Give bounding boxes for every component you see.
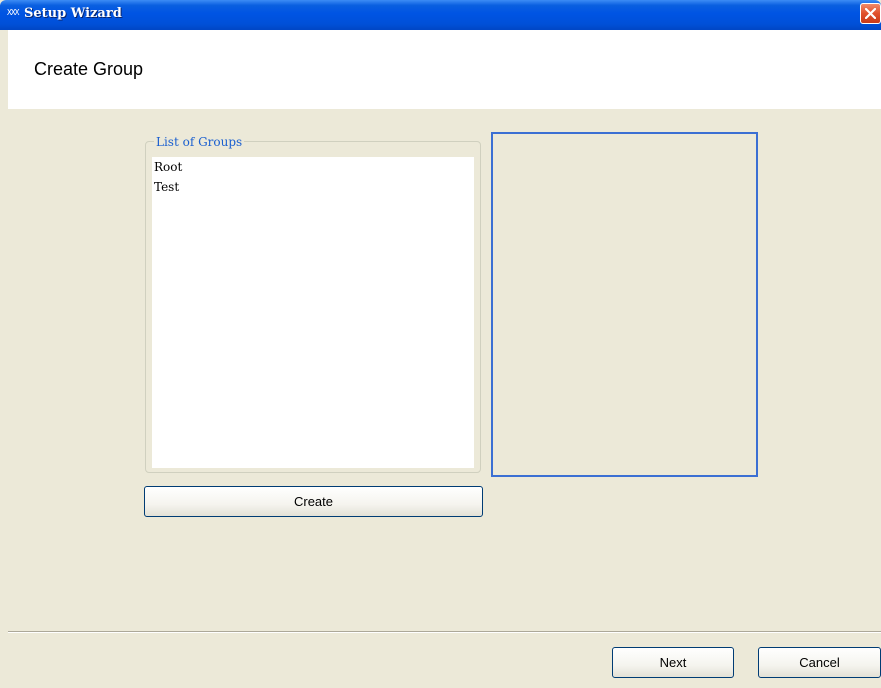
- close-icon: [865, 8, 876, 19]
- next-button[interactable]: Next: [612, 647, 734, 678]
- title-bar[interactable]: XXX Setup Wizard: [0, 0, 881, 30]
- page-title: Create Group: [34, 59, 144, 79]
- cancel-button[interactable]: Cancel: [758, 647, 881, 678]
- groups-listbox[interactable]: Root Test: [152, 157, 474, 468]
- window-title: Setup Wizard: [24, 6, 122, 21]
- groups-legend: List of Groups: [154, 135, 245, 149]
- group-detail-panel: [491, 132, 758, 477]
- wizard-header: Create Group: [8, 30, 881, 109]
- create-button[interactable]: Create: [144, 486, 483, 517]
- close-button[interactable]: [860, 3, 881, 24]
- list-item[interactable]: Root: [152, 157, 474, 177]
- window-border: [0, 30, 8, 688]
- app-icon: XXX: [7, 8, 19, 17]
- footer-divider: [8, 631, 881, 633]
- list-item[interactable]: Test: [152, 177, 474, 197]
- setup-wizard-window: XXX Setup Wizard Create Group List of Gr…: [0, 0, 881, 688]
